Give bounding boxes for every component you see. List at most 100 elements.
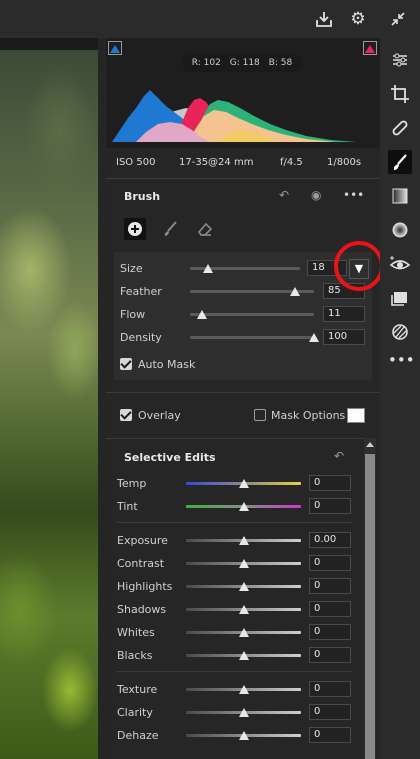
- selective-whites-value[interactable]: 0: [309, 624, 351, 640]
- selective-texture-value[interactable]: 0: [309, 681, 351, 697]
- density-value[interactable]: 100: [323, 329, 365, 345]
- collapse-icon[interactable]: [388, 9, 408, 29]
- plus-circle-icon: [128, 222, 142, 236]
- size-label: Size: [120, 262, 143, 275]
- r-value: R: 102: [191, 58, 221, 68]
- selective-contrast-slider-thumb[interactable]: [239, 559, 249, 568]
- paintbrush-icon: [164, 221, 177, 236]
- selective-shadows-slider-thumb[interactable]: [239, 605, 249, 614]
- selective-tint-value[interactable]: 0: [309, 498, 351, 514]
- brush-erase-tool[interactable]: [194, 218, 216, 240]
- flow-slider-thumb[interactable]: [197, 310, 207, 319]
- linear-gradient-icon[interactable]: [388, 184, 412, 208]
- brush-paint-tool[interactable]: [160, 218, 182, 240]
- sliders-icon[interactable]: [388, 48, 412, 72]
- density-slider[interactable]: [190, 336, 314, 339]
- reset-icon[interactable]: ↶: [279, 188, 289, 202]
- shadow-clipping-toggle[interactable]: [108, 41, 122, 55]
- feather-label: Feather: [120, 285, 162, 298]
- density-slider-thumb[interactable]: [309, 333, 319, 342]
- selective-dehaze-value[interactable]: 0: [309, 727, 351, 743]
- iso-value: ISO 500: [116, 157, 156, 168]
- selective-highlights-label: Highlights: [117, 580, 173, 593]
- aperture-value: f/4.5: [280, 157, 303, 168]
- top-toolbar: ⚙: [0, 0, 420, 38]
- selective-exposure-slider-thumb[interactable]: [239, 536, 249, 545]
- lens-value: 17-35@24 mm: [179, 157, 254, 168]
- selective-dehaze-slider-thumb[interactable]: [239, 731, 249, 740]
- selective-exposure-value[interactable]: 0.00: [309, 532, 351, 548]
- selective-exposure-label: Exposure: [117, 534, 168, 547]
- selective-tint-slider-thumb[interactable]: [239, 502, 249, 511]
- selective-contrast-value[interactable]: 0: [309, 555, 351, 571]
- selective-clarity-value[interactable]: 0: [309, 704, 351, 720]
- panel-scrollbar[interactable]: [364, 438, 376, 759]
- flow-value[interactable]: 11: [323, 306, 365, 322]
- divider: [106, 438, 364, 439]
- selective-blacks-value[interactable]: 0: [309, 647, 351, 663]
- histogram: R: 102 G: 118 B: 58: [106, 38, 380, 148]
- overlay-checkbox[interactable]: [120, 409, 132, 421]
- photo-preview[interactable]: [0, 50, 98, 759]
- eraser-icon: [197, 222, 213, 236]
- selective-tint-label: Tint: [117, 500, 138, 513]
- visibility-eye-icon[interactable]: ◉: [311, 188, 321, 202]
- highlight-clipping-toggle[interactable]: [363, 41, 377, 55]
- radial-gradient-icon[interactable]: [388, 218, 412, 242]
- selective-temp-label: Temp: [117, 477, 147, 490]
- flow-label: Flow: [120, 308, 146, 321]
- save-download-icon[interactable]: [314, 9, 334, 29]
- mask-options-label: Mask Options: [271, 409, 346, 422]
- selective-blacks-label: Blacks: [117, 649, 153, 662]
- divider: [106, 178, 380, 179]
- more-options-icon[interactable]: •••: [343, 188, 364, 202]
- selective-shadows-label: Shadows: [117, 603, 167, 616]
- divider: [116, 671, 352, 672]
- healing-bandage-icon[interactable]: [388, 116, 412, 140]
- size-slider-thumb[interactable]: [203, 264, 213, 273]
- selective-whites-label: Whites: [117, 626, 155, 639]
- divider: [116, 522, 352, 523]
- shutter-value: 1/800s: [327, 157, 362, 168]
- gear-icon[interactable]: ⚙: [348, 9, 368, 29]
- selective-edits-title: Selective Edits: [124, 451, 216, 464]
- red-eye-icon[interactable]: [388, 252, 412, 276]
- brush-add-tool[interactable]: [124, 218, 146, 240]
- selective-whites-slider-thumb[interactable]: [239, 628, 249, 637]
- panel-divider[interactable]: [98, 38, 106, 759]
- overlay-color-swatch[interactable]: [347, 408, 365, 423]
- crop-icon[interactable]: [388, 82, 412, 106]
- camera-info-bar: ISO 500 17-35@24 mm f/4.5 1/800s: [106, 152, 380, 174]
- highlight-annotation-circle: [334, 241, 384, 291]
- selective-highlights-value[interactable]: 0: [309, 578, 351, 594]
- scroll-up-arrow-icon[interactable]: [366, 442, 374, 447]
- mask-options-checkbox[interactable]: [254, 409, 266, 421]
- density-label: Density: [120, 331, 162, 344]
- reset-icon[interactable]: ↶: [334, 449, 344, 463]
- selective-temp-slider-thumb[interactable]: [239, 479, 249, 488]
- flow-slider[interactable]: [190, 313, 314, 316]
- selective-shadows-value[interactable]: 0: [309, 601, 351, 617]
- g-value: G: 118: [229, 58, 260, 68]
- selective-clarity-slider-thumb[interactable]: [239, 708, 249, 717]
- auto-mask-checkbox[interactable]: [120, 358, 132, 370]
- right-tool-strip: •••: [380, 38, 420, 759]
- scrollbar-thumb[interactable]: [365, 454, 375, 759]
- overlay-label: Overlay: [138, 409, 181, 422]
- selective-clarity-label: Clarity: [117, 706, 153, 719]
- brush-icon[interactable]: [388, 150, 412, 174]
- selective-temp-value[interactable]: 0: [309, 475, 351, 491]
- selective-texture-slider-thumb[interactable]: [239, 685, 249, 694]
- selective-texture-label: Texture: [117, 683, 158, 696]
- feather-slider-thumb[interactable]: [290, 287, 300, 296]
- image-canvas[interactable]: [0, 38, 98, 759]
- b-value: B: 58: [268, 58, 293, 68]
- selective-highlights-slider-thumb[interactable]: [239, 582, 249, 591]
- selective-contrast-label: Contrast: [117, 557, 165, 570]
- presets-icon[interactable]: [388, 320, 412, 344]
- divider: [106, 392, 380, 393]
- rgb-readout: R: 102 G: 118 B: 58: [182, 54, 302, 72]
- snapshots-icon[interactable]: [388, 286, 412, 310]
- selective-blacks-slider-thumb[interactable]: [239, 651, 249, 660]
- more-icon[interactable]: •••: [388, 348, 415, 372]
